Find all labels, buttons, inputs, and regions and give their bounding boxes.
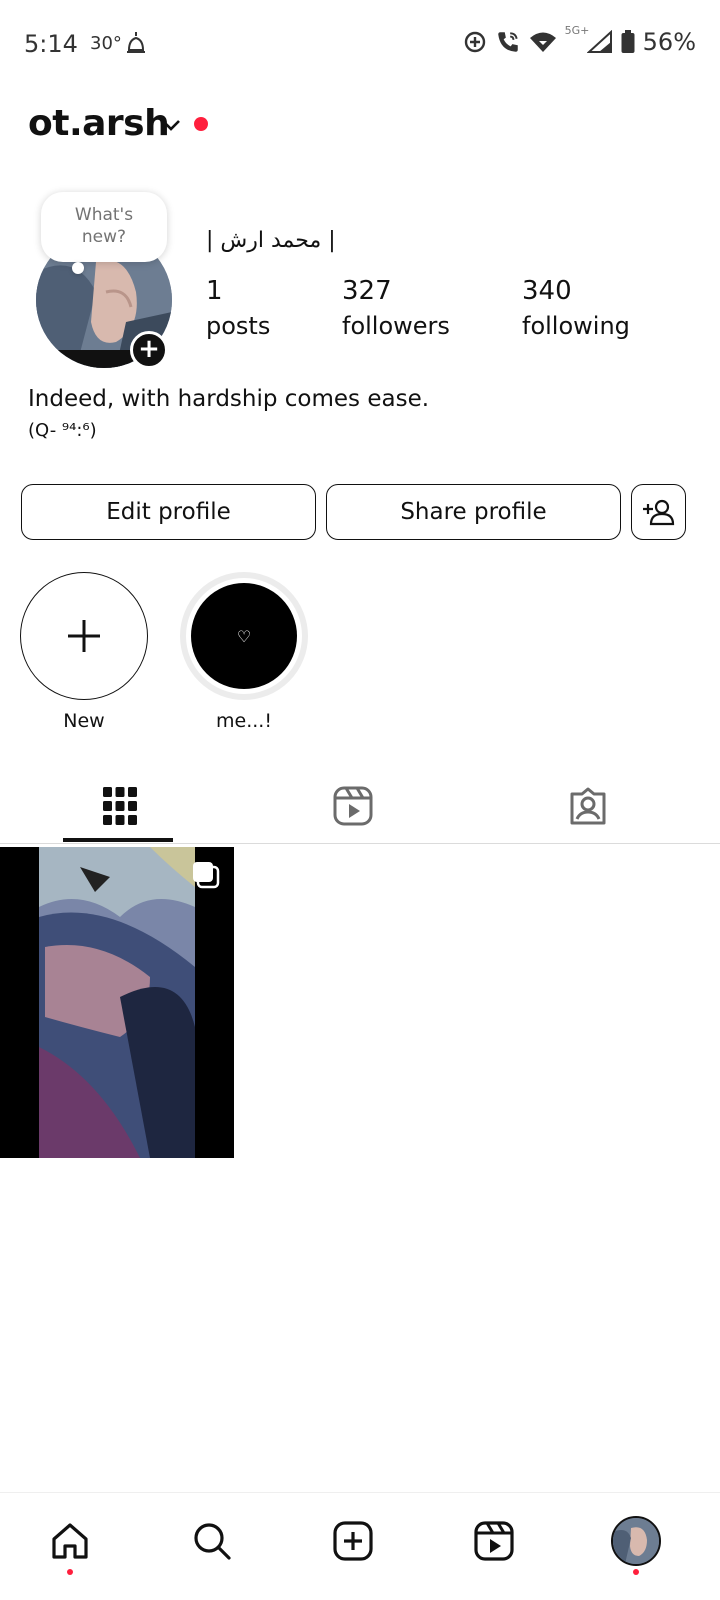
highlight-label: me...! — [216, 710, 272, 732]
following-stat[interactable]: 340 following — [522, 276, 630, 340]
signal-icon — [586, 30, 612, 53]
posts-label: posts — [206, 312, 271, 340]
username-switcher[interactable]: ot.arsh — [28, 103, 170, 144]
nav-home[interactable] — [42, 1513, 98, 1575]
mosque-icon — [127, 32, 145, 53]
multiple-posts-icon — [193, 862, 220, 889]
discover-people-button[interactable] — [631, 484, 686, 540]
tagged-icon — [570, 787, 606, 825]
following-count: 340 — [522, 276, 572, 306]
status-icons: 5G+ 56% — [463, 24, 696, 56]
bio-text: Indeed, with hardship comes ease. — [28, 386, 430, 412]
share-profile-button[interactable]: Share profile — [326, 484, 621, 540]
new-highlight-circle — [20, 572, 148, 700]
battery-percent: 56% — [642, 28, 696, 56]
note-bubble-text: What's new? — [74, 205, 134, 247]
highlight-item[interactable]: ♡ me...! — [180, 572, 308, 732]
create-icon — [333, 1521, 373, 1561]
following-label: following — [522, 312, 630, 340]
active-tab-indicator — [63, 838, 173, 842]
highlight-ring: ♡ — [180, 572, 308, 700]
search-icon — [194, 1523, 231, 1560]
notification-dot — [194, 117, 208, 131]
note-bubble[interactable]: What's new? — [41, 192, 167, 262]
highlight-label: New — [63, 710, 105, 732]
chevron-down-icon[interactable] — [160, 116, 182, 134]
plus-icon — [68, 620, 100, 652]
nav-search[interactable] — [184, 1513, 240, 1569]
post-thumbnail[interactable] — [0, 847, 234, 1158]
add-story-button[interactable]: + — [130, 331, 168, 369]
data-saver-icon — [464, 31, 485, 53]
avatar-photo-small — [613, 1518, 659, 1564]
bio-reference: (Q- ⁹⁴:⁶) — [28, 420, 97, 441]
nav-profile[interactable] — [608, 1513, 664, 1575]
reels-icon — [474, 1521, 514, 1561]
profile-avatar-small — [611, 1516, 661, 1566]
bottom-nav — [0, 1492, 720, 1600]
highlight-cover: ♡ — [191, 583, 297, 689]
edit-profile-button[interactable]: Edit profile — [21, 484, 316, 540]
signal-indicator: 5G+ — [565, 24, 613, 56]
tab-posts-grid[interactable] — [0, 770, 240, 842]
display-name: | محمد ارش | — [206, 228, 336, 253]
followers-count: 327 — [342, 276, 392, 306]
nav-reels[interactable] — [466, 1513, 522, 1569]
nav-create[interactable] — [325, 1513, 381, 1569]
status-temperature: 30° — [90, 33, 122, 54]
tab-divider — [0, 843, 720, 844]
followers-label: followers — [342, 312, 450, 340]
wifi-icon — [529, 32, 556, 52]
home-icon — [52, 1523, 88, 1559]
post-image — [0, 847, 234, 1158]
grid-icon — [103, 787, 137, 825]
followers-stat[interactable]: 327 followers — [342, 276, 450, 340]
status-time: 5:14 — [24, 30, 78, 58]
tab-reels[interactable] — [233, 770, 473, 842]
tab-tagged[interactable] — [468, 770, 708, 842]
status-bar: 5:14 30° 5G+ 56% — [0, 0, 720, 88]
posts-stat[interactable]: 1 posts — [206, 276, 270, 340]
profile-notification-dot — [633, 1569, 639, 1575]
add-person-icon — [642, 499, 674, 526]
home-notification-dot — [67, 1569, 73, 1575]
note-bubble-tail — [72, 262, 84, 274]
heart-icon: ♡ — [236, 626, 252, 646]
posts-count: 1 — [206, 276, 223, 306]
battery-icon — [621, 30, 635, 53]
wifi-call-icon — [497, 32, 518, 52]
reels-icon — [333, 786, 373, 826]
new-highlight[interactable]: New — [20, 572, 148, 732]
